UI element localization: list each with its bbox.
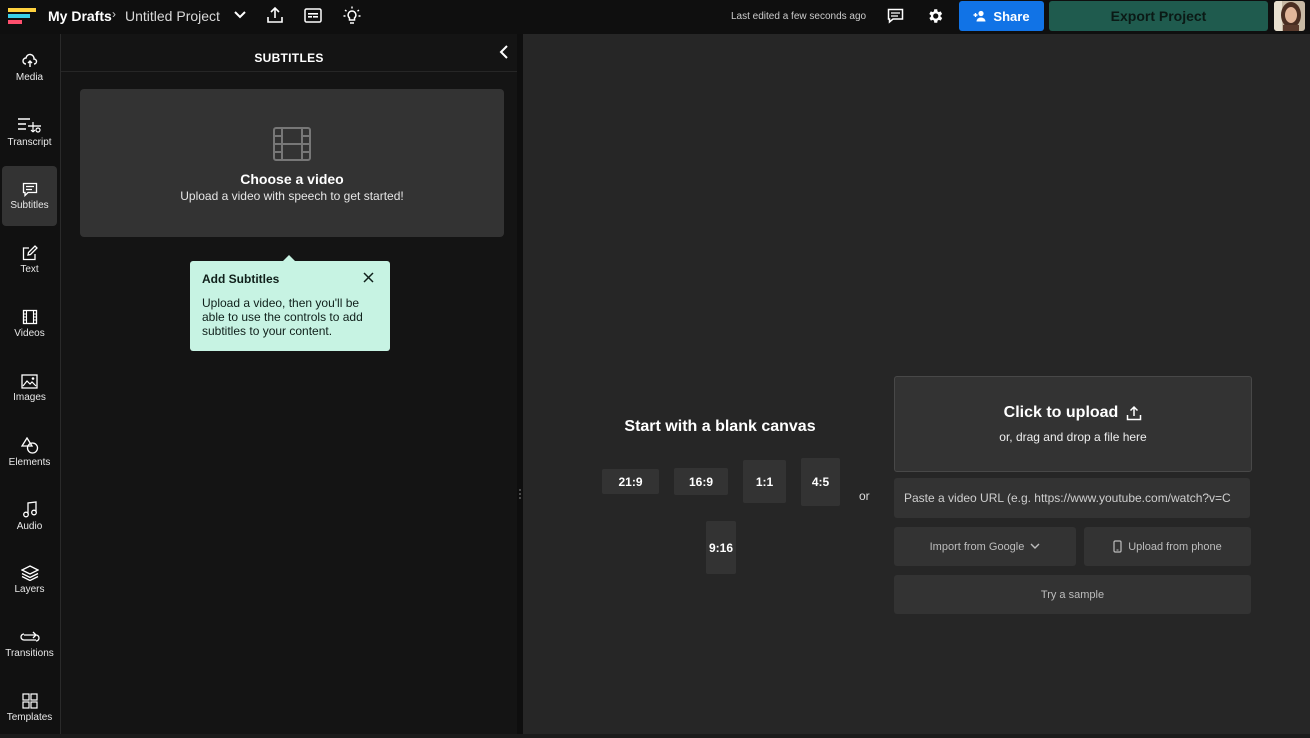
sidebar-item-images[interactable]: Images [2,358,57,418]
sidebar-item-layers[interactable]: Layers [2,550,57,610]
sidebar-item-transcript[interactable]: Transcript [2,102,57,162]
film-strip-icon [273,127,311,161]
avatar-photo-icon [1274,1,1305,31]
ratio-1-1-button[interactable]: 1:1 [743,460,786,503]
subtitles-panel: SUBTITLES Choose a video Upload a video … [61,34,517,734]
sidebar-label-subtitles: Subtitles [10,199,49,211]
sidebar-label-transitions: Transitions [5,647,54,659]
sidebar-item-media[interactable]: Media [2,38,57,98]
add-user-icon [973,10,986,22]
chevron-down-icon [1030,543,1040,549]
sidebar-item-templates[interactable]: Templates [2,678,57,738]
sidebar-item-elements[interactable]: Elements [2,422,57,482]
breadcrumb-root[interactable]: My Drafts [48,8,112,24]
user-avatar[interactable] [1274,1,1305,31]
image-icon [21,373,38,389]
transcript-icon [17,118,41,133]
ratio-9-16-button[interactable]: 9:16 [706,521,736,574]
layers-icon [20,565,39,581]
ratio-21-9-button[interactable]: 21:9 [602,469,659,494]
sidebar-label-media: Media [15,72,44,83]
sidebar-label-templates: Templates [6,712,53,723]
upload-title: Click to upload [1003,404,1119,421]
upload-cloud-icon [21,53,37,67]
sidebar-label-images: Images [13,391,46,403]
top-bar: My Drafts › Untitled Project Last edited… [0,0,1310,34]
sidebar-item-subtitles[interactable]: Subtitles [2,166,57,226]
try-a-sample-button[interactable]: Try a sample [894,575,1251,614]
share-label: Share [993,8,1030,24]
close-icon[interactable] [363,272,374,283]
breadcrumb-separator: › [112,7,116,21]
upload-from-phone-button[interactable]: Upload from phone [1084,527,1251,566]
ratio-label: 4:5 [811,475,830,489]
upload-dropzone[interactable]: Click to upload or, drag and drop a file… [894,376,1252,472]
sidebar-label-elements: Elements [8,456,51,468]
lightbulb-icon[interactable] [343,6,361,26]
phone-icon [1113,540,1122,553]
export-label: Export Project [1110,8,1207,24]
ratio-4-5-button[interactable]: 4:5 [801,458,840,506]
collapse-panel-icon[interactable] [498,44,510,60]
tooltip-body: Upload a video, then you'll be able to u… [202,296,363,338]
grid-icon [21,693,38,709]
try-sample-label: Try a sample [1040,588,1105,601]
sidebar-label-transcript: Transcript [7,137,52,148]
music-note-icon [22,500,37,517]
ratio-label: 1:1 [755,474,774,489]
export-upload-icon[interactable] [266,6,284,24]
subtitles-icon [22,182,37,197]
sidebar-label-audio: Audio [16,520,43,532]
transitions-icon [19,631,40,642]
upload-title-row: Click to upload [895,404,1251,422]
captions-icon[interactable] [304,8,322,23]
ratio-16-9-button[interactable]: 16:9 [674,468,728,495]
gear-icon[interactable] [926,7,944,25]
choose-video-card[interactable]: Choose a video Upload a video with speec… [80,89,504,237]
upload-phone-label: Upload from phone [1128,540,1222,553]
or-separator: or [859,489,870,503]
video-url-field[interactable] [894,478,1250,518]
import-from-google-button[interactable]: Import from Google [894,527,1076,566]
upload-icon [1127,405,1142,421]
upload-subtitle: or, drag and drop a file here [999,430,1147,444]
choose-video-title: Choose a video [240,171,344,187]
sidebar-item-audio[interactable]: Audio [2,486,57,546]
choose-video-subtitle: Upload a video with speech to get starte… [180,189,404,203]
panel-header-divider [61,71,517,72]
video-url-input[interactable] [894,478,1250,518]
text-edit-icon [22,245,38,261]
tooltip-arrow [283,255,295,261]
project-name[interactable]: Untitled Project [125,8,220,24]
drag-handle-icon[interactable] [518,488,522,500]
sidebar-item-text[interactable]: Text [2,230,57,290]
tool-sidebar: Media Transcript Subtitles Text Videos I… [0,34,61,734]
canvas-area: Start with a blank canvas 21:9 16:9 1:1 … [523,34,1310,734]
tooltip-title: Add Subtitles [202,272,280,286]
blank-canvas-heading: Start with a blank canvas [624,418,816,435]
sidebar-label-videos: Videos [14,328,45,339]
panel-title: SUBTITLES [254,51,324,65]
share-button[interactable]: Share [959,1,1044,31]
chevron-down-icon[interactable] [234,10,246,20]
sidebar-label-text: Text [20,264,39,275]
last-edited-status: Last edited a few seconds ago [731,11,867,22]
app-logo-icon[interactable] [8,5,38,27]
shapes-icon [20,436,38,454]
ratio-label: 9:16 [708,540,734,555]
import-google-label: Import from Google [929,540,1025,553]
comments-icon[interactable] [887,8,904,24]
export-project-button[interactable]: Export Project [1049,1,1268,31]
ratio-label: 16:9 [688,474,714,489]
add-subtitles-tooltip: Add Subtitles Upload a video, then you'l… [190,255,390,351]
film-icon [22,309,37,325]
sidebar-label-layers: Layers [14,584,45,595]
sidebar-item-videos[interactable]: Videos [2,294,57,354]
ratio-label: 21:9 [618,474,643,489]
sidebar-item-transitions[interactable]: Transitions [2,614,57,674]
